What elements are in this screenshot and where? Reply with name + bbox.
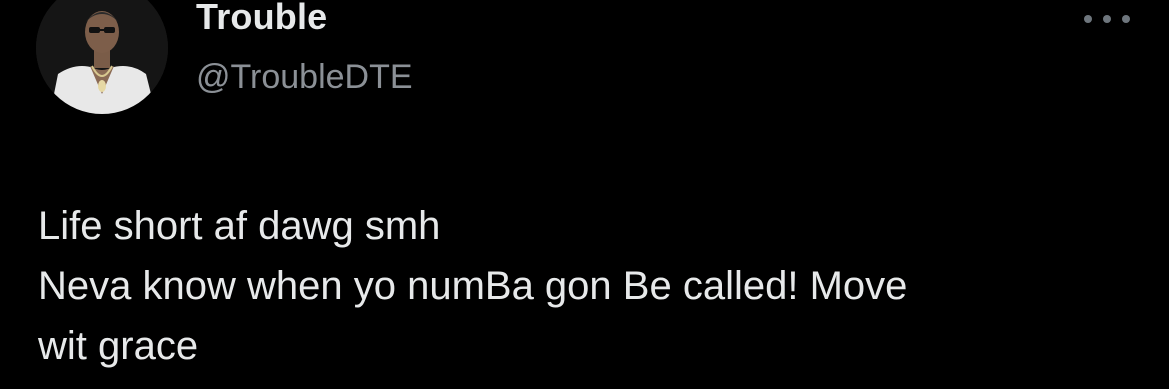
tweet-text: Life short af dawg smh Neva know when yo… <box>38 196 1148 376</box>
more-dot <box>1122 15 1130 23</box>
user-handle[interactable]: @TroubleDTE <box>196 58 413 97</box>
tweet-card: Trouble @TroubleDTE Life short af dawg s… <box>0 0 1169 389</box>
more-options-icon[interactable] <box>1084 8 1130 30</box>
tweet-line: Life short af dawg smh <box>38 204 441 248</box>
tweet-line: wit grace <box>38 324 199 368</box>
avatar[interactable] <box>36 0 168 114</box>
tweet-line: Neva know when yo numBa gon Be called! M… <box>38 264 908 308</box>
more-dot <box>1084 15 1092 23</box>
profile-photo-icon <box>36 0 168 114</box>
display-name[interactable]: Trouble <box>196 0 327 38</box>
more-dot <box>1103 15 1111 23</box>
